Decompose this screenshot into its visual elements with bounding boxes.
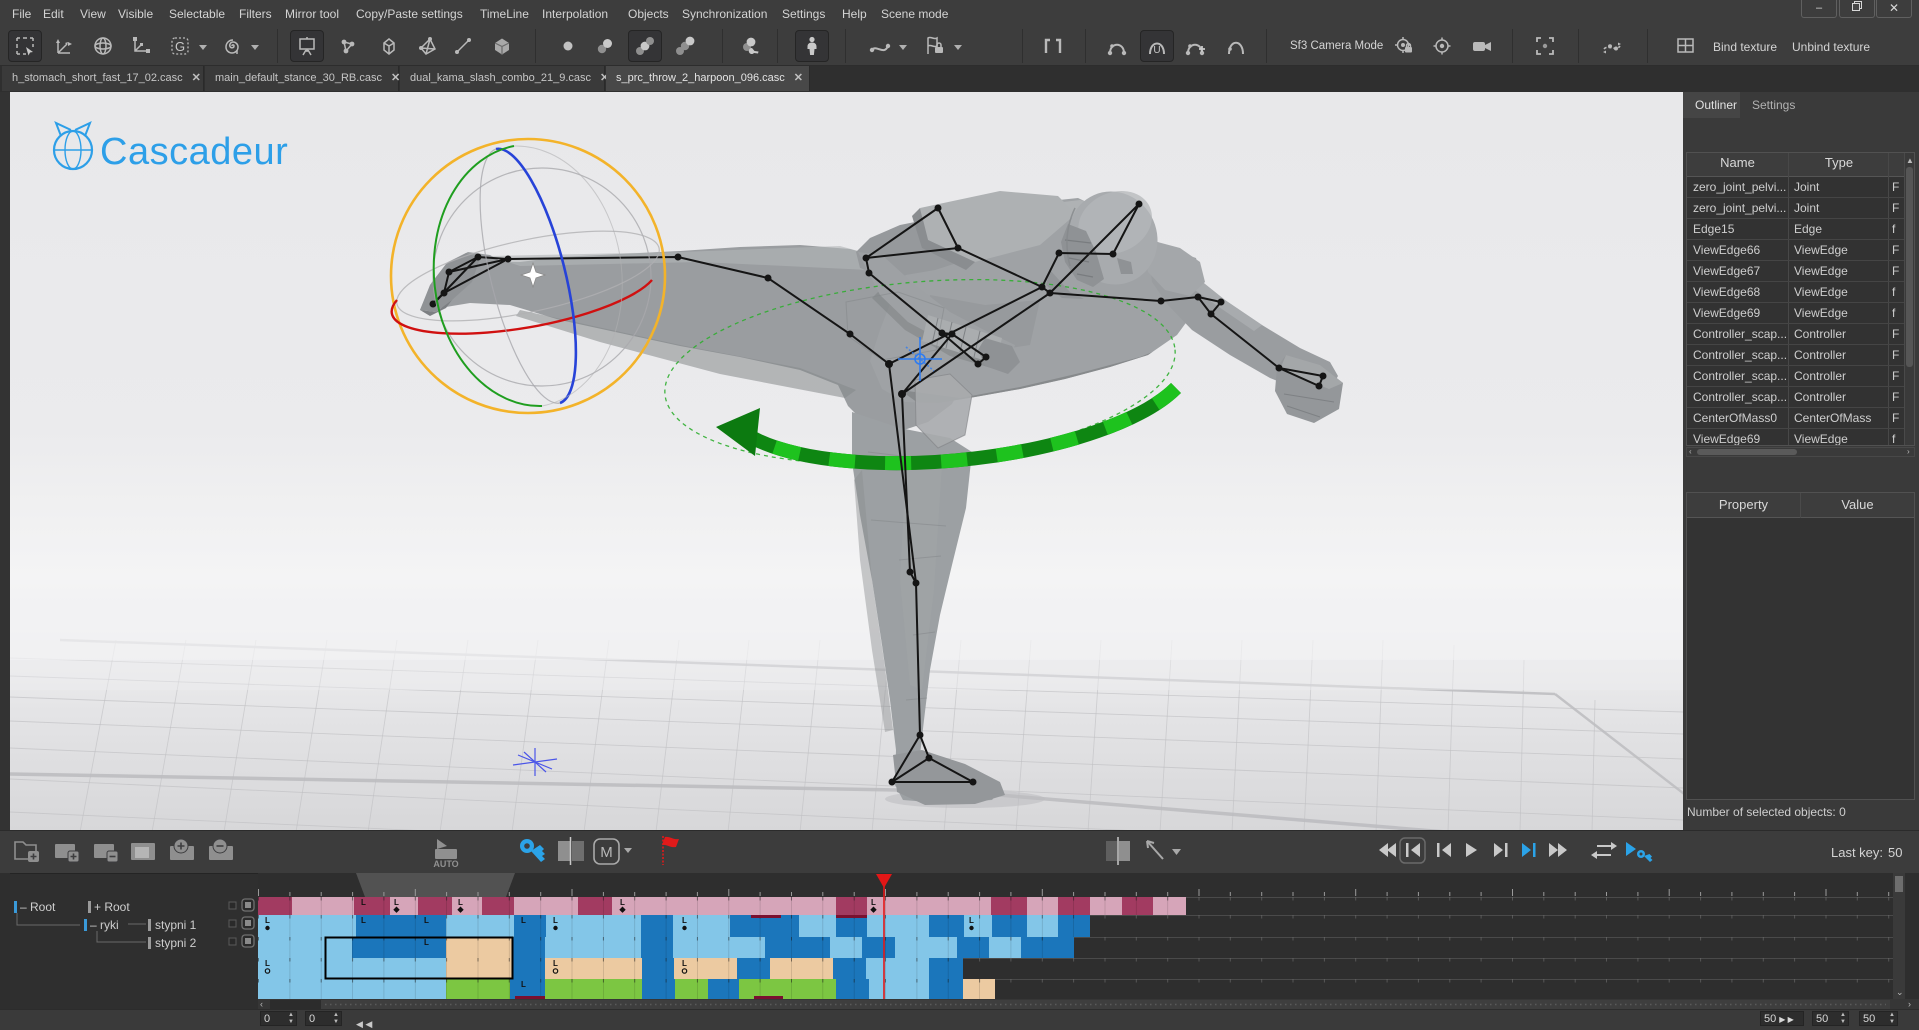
svg-text:L: L bbox=[458, 898, 463, 907]
svg-text:L: L bbox=[265, 959, 270, 968]
svg-text:L: L bbox=[361, 898, 366, 907]
svg-text:L: L bbox=[553, 959, 558, 968]
svg-text:L: L bbox=[969, 916, 974, 925]
svg-text:– Root: – Root bbox=[20, 900, 56, 914]
svg-text:›: › bbox=[1908, 999, 1911, 1009]
svg-text:+ Root: + Root bbox=[94, 900, 130, 914]
svg-text:L: L bbox=[265, 916, 270, 925]
svg-text:⌄: ⌄ bbox=[1896, 987, 1904, 997]
svg-text:U: U bbox=[1153, 45, 1160, 56]
svg-text:– ryki: – ryki bbox=[90, 918, 119, 932]
svg-text:L: L bbox=[521, 916, 526, 925]
svg-text:M: M bbox=[600, 844, 613, 861]
svg-text:stypni 2: stypni 2 bbox=[155, 936, 197, 950]
svg-text:L: L bbox=[361, 916, 366, 925]
svg-text:‹: ‹ bbox=[260, 999, 263, 1009]
svg-text:L: L bbox=[553, 916, 558, 925]
svg-text:L: L bbox=[521, 980, 526, 989]
svg-text:G: G bbox=[175, 39, 185, 54]
svg-text:Last key:: Last key: bbox=[1831, 845, 1883, 860]
svg-text:stypni 1: stypni 1 bbox=[155, 918, 197, 932]
svg-text:L: L bbox=[871, 898, 876, 907]
svg-text:L: L bbox=[682, 959, 687, 968]
svg-text:L: L bbox=[620, 898, 625, 907]
svg-text:Cascadeur: Cascadeur bbox=[100, 131, 288, 173]
svg-text:50: 50 bbox=[1888, 845, 1902, 860]
svg-text:L: L bbox=[394, 898, 399, 907]
svg-text:L: L bbox=[424, 938, 429, 947]
svg-text:L: L bbox=[682, 916, 687, 925]
svg-text:L: L bbox=[424, 916, 429, 925]
svg-text:AUTO: AUTO bbox=[433, 859, 458, 869]
